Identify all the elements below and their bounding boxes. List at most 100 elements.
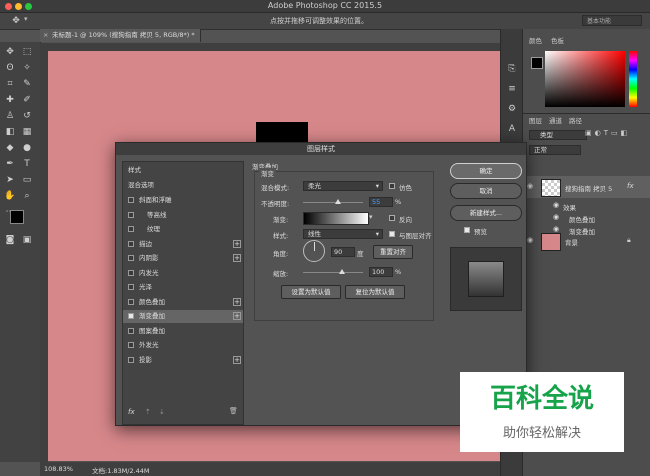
opacity-input[interactable]: 55 [369, 197, 393, 207]
eye-icon[interactable]: ◉ [527, 182, 533, 190]
style-item-checkbox[interactable] [128, 313, 134, 319]
style-item[interactable]: 纹理 [123, 223, 243, 236]
style-item[interactable]: 斜面和浮雕 [123, 194, 243, 207]
style-item[interactable]: 渐变叠加 + [123, 310, 243, 323]
gradient-picker[interactable] [303, 212, 369, 225]
scale-slider[interactable] [303, 272, 363, 273]
blend-mode-select[interactable]: 柔光 ▾ [303, 181, 383, 191]
shape-tool-icon[interactable]: ▭ [21, 174, 33, 186]
dither-checkbox[interactable] [389, 183, 395, 189]
add-effect-icon[interactable]: + [233, 254, 241, 262]
move-tool-icon[interactable]: ✥ [4, 46, 16, 58]
eye-icon[interactable]: ◉ [553, 201, 559, 209]
style-item[interactable]: 颜色叠加 + [123, 296, 243, 309]
reset-alignment-button[interactable]: 重置对齐 [373, 245, 413, 259]
chevron-down-icon[interactable]: ▾ [369, 213, 373, 221]
hue-slider[interactable] [629, 51, 637, 107]
style-item-checkbox[interactable] [128, 226, 134, 232]
layer-name[interactable]: 搜狗指南 拷贝 5 [565, 183, 612, 193]
style-item[interactable]: 投影 + [123, 354, 243, 367]
scale-slider-handle[interactable] [339, 269, 345, 274]
screen-mode-icon[interactable]: ▣ [21, 234, 33, 246]
style-item-checkbox[interactable] [128, 356, 134, 363]
character-panel-icon[interactable]: A [506, 123, 518, 135]
style-item[interactable]: 内发光 [123, 267, 243, 280]
move-tool-icon[interactable]: ✥ [10, 15, 22, 27]
layer-row[interactable]: ◉ 搜狗指南 拷贝 5 fx [523, 176, 650, 198]
style-item[interactable]: 图案叠加 [123, 325, 243, 338]
align-with-layer-checkbox[interactable] [389, 231, 395, 237]
style-item-checkbox[interactable] [128, 240, 134, 247]
eraser-tool-icon[interactable]: ◧ [4, 126, 16, 138]
brush-tool-icon[interactable]: ✐ [21, 94, 33, 106]
add-effect-icon[interactable]: + [233, 239, 241, 248]
lasso-tool-icon[interactable]: ʘ [4, 62, 16, 74]
style-item-checkbox[interactable] [128, 284, 134, 290]
style-item[interactable]: 光泽 [123, 281, 243, 294]
move-up-icon[interactable]: ⇡ [145, 408, 151, 416]
style-item[interactable]: 等高线 [123, 209, 243, 222]
tab-channels[interactable]: 通道 [549, 115, 562, 127]
document-tab[interactable]: × 未标题-1 @ 109% (搜狗指南 拷贝 5, RGB/8*) * [40, 29, 201, 42]
scale-input[interactable]: 100 [369, 267, 393, 277]
magic-wand-icon[interactable]: ✧ [21, 62, 33, 74]
color-picker-field[interactable] [545, 51, 625, 107]
angle-dial[interactable] [303, 240, 325, 262]
move-down-icon[interactable]: ⇣ [159, 408, 165, 416]
tab-paths[interactable]: 路径 [569, 115, 582, 127]
delete-effect-icon[interactable]: 🗑︎ [229, 407, 238, 415]
color-panel-foreground[interactable] [531, 57, 543, 69]
add-effect-icon[interactable]: + [233, 355, 241, 364]
style-item[interactable]: 描边 + [123, 238, 243, 251]
layer-row[interactable]: ◉ 背景 🔒︎ [523, 230, 650, 252]
new-style-button[interactable]: 新建样式... [450, 205, 522, 221]
eye-icon[interactable]: ◉ [553, 213, 559, 221]
fx-menu-button[interactable]: fx [128, 408, 135, 416]
zoom-level[interactable]: 108.83% [44, 465, 73, 473]
layer-blend-mode[interactable]: 正常 [529, 145, 581, 155]
angle-input[interactable]: 90 [331, 247, 355, 257]
layer-name[interactable]: 背景 [565, 237, 578, 247]
style-item[interactable]: 内阴影 + [123, 252, 243, 265]
preview-checkbox[interactable] [464, 227, 470, 233]
clone-stamp-icon[interactable]: ♙ [4, 110, 16, 122]
quick-mask-icon[interactable]: ◙ [4, 234, 16, 246]
style-item-checkbox[interactable] [128, 211, 134, 218]
history-brush-icon[interactable]: ↺ [21, 110, 33, 122]
cancel-button[interactable]: 取消 [450, 183, 522, 199]
reverse-checkbox[interactable] [389, 215, 395, 221]
marquee-tool-icon[interactable]: ⬚ [21, 46, 33, 58]
opacity-slider[interactable] [303, 202, 363, 203]
style-item-checkbox[interactable] [128, 255, 134, 261]
tab-color[interactable]: 颜色 [529, 35, 542, 47]
adjustments-panel-icon[interactable]: ⚙ [506, 103, 518, 115]
set-default-button[interactable]: 设置为默认值 [281, 285, 341, 299]
foreground-color-swatch[interactable] [10, 210, 24, 224]
layer-kind-filter[interactable]: 类型 [529, 130, 587, 140]
blur-tool-icon[interactable]: ◆ [4, 142, 16, 154]
style-item-checkbox[interactable] [128, 269, 134, 276]
tab-layers[interactable]: 图层 [529, 115, 542, 127]
add-effect-icon[interactable]: + [233, 312, 241, 320]
layer-filter-icons[interactable]: ▣◐T▭◧ [585, 129, 630, 137]
ok-button[interactable]: 确定 [450, 163, 522, 179]
workspace-select[interactable]: 基本功能 [582, 15, 642, 26]
add-effect-icon[interactable]: + [233, 297, 241, 306]
style-select[interactable]: 线性 ▾ [303, 229, 383, 239]
gradient-tool-icon[interactable]: ▦ [21, 126, 33, 138]
style-item[interactable]: 外发光 [123, 339, 243, 352]
hand-tool-icon[interactable]: ✋ [4, 190, 16, 202]
pen-tool-icon[interactable]: ✒ [4, 158, 16, 170]
style-item-checkbox[interactable] [128, 298, 134, 305]
blend-options-item[interactable]: 混合选项 [123, 179, 248, 192]
healing-brush-icon[interactable]: ✚ [4, 94, 16, 106]
properties-panel-icon[interactable]: ≡ [506, 83, 518, 95]
reset-default-button[interactable]: 复位为默认值 [345, 285, 405, 299]
style-item-checkbox[interactable] [128, 327, 134, 334]
zoom-tool-icon[interactable]: ⌕ [21, 190, 33, 202]
tool-preset-chevron-icon[interactable]: ▾ [24, 15, 28, 23]
path-selection-icon[interactable]: ➤ [4, 174, 16, 186]
history-panel-icon[interactable]: ⎘ [506, 63, 518, 75]
type-tool-icon[interactable]: T [21, 158, 33, 170]
fx-icon[interactable]: fx [627, 182, 634, 190]
